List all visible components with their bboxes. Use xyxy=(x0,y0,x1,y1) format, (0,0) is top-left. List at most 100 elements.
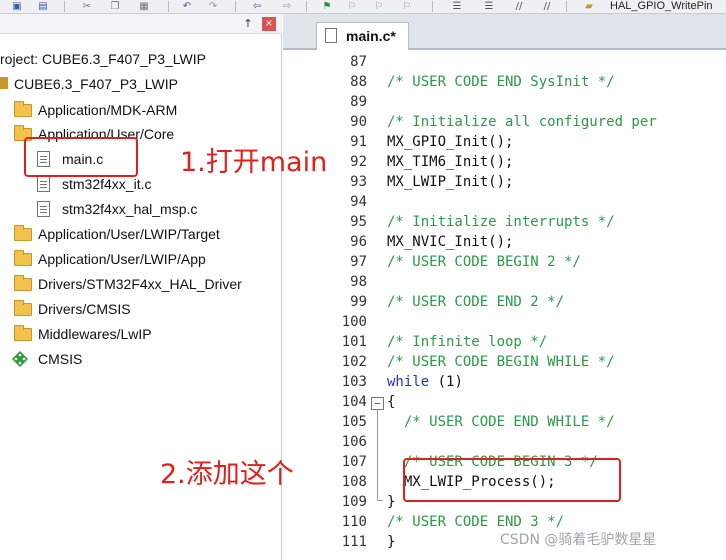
c-file-icon xyxy=(325,28,337,43)
code-text: /* Initialize interrupts */ xyxy=(387,214,615,230)
c-file-icon xyxy=(37,176,50,192)
code-line[interactable]: 100 xyxy=(283,312,726,332)
function-combo[interactable]: HAL_GPIO_WritePin xyxy=(610,0,713,12)
code-line[interactable]: 96 MX_NVIC_Init(); xyxy=(283,232,726,252)
code-line[interactable]: 90 /* Initialize all configured per xyxy=(283,112,726,132)
tree-group-item[interactable]: Middlewares/LwIP xyxy=(0,323,280,345)
code-line[interactable]: 97 /* USER CODE BEGIN 2 */ xyxy=(283,252,726,272)
line-number: 90 xyxy=(350,114,367,130)
code-text: { xyxy=(387,394,396,410)
toolbar-separator xyxy=(566,1,567,12)
line-number: 99 xyxy=(350,294,367,310)
folder-icon xyxy=(14,250,32,266)
tree-group-item[interactable]: Application/User/LWIP/Target xyxy=(0,223,280,245)
tree-group-item[interactable]: Application/User/LWIP/App xyxy=(0,248,280,270)
code-text: /* USER CODE END WHILE */ xyxy=(387,414,615,430)
save-all-icon[interactable]: ▤ xyxy=(36,1,50,12)
fold-guide xyxy=(377,410,378,500)
code-line[interactable]: 104 { xyxy=(283,392,726,412)
project-pane-header: ↑ × xyxy=(0,14,282,34)
project-title: roject: CUBE6.3_F407_P3_LWIP xyxy=(0,51,206,67)
bookmark-icon[interactable]: ⚑ xyxy=(320,1,334,12)
nav-forward-icon[interactable]: ⇨ xyxy=(280,1,294,12)
code-line[interactable]: 101 /* Infinite loop */ xyxy=(283,332,726,352)
watermark: CSDN @骑着毛驴数星星 xyxy=(500,532,657,548)
line-number: 98 xyxy=(350,274,367,290)
cmsis-component[interactable]: CMSIS xyxy=(0,348,280,370)
code-text: MX_LWIP_Init(); xyxy=(387,174,514,190)
line-number: 110 xyxy=(341,514,367,530)
tree-group-label: Application/User/LWIP/App xyxy=(38,251,206,267)
code-line[interactable]: 93 MX_LWIP_Init(); xyxy=(283,172,726,192)
line-number: 88 xyxy=(350,74,367,90)
toolbar-separator xyxy=(64,1,65,12)
folder-icon xyxy=(14,101,32,117)
line-number: 100 xyxy=(341,314,367,330)
code-text: /* USER CODE END 3 */ xyxy=(387,514,565,530)
tree-group-item[interactable]: Drivers/CMSIS xyxy=(0,298,280,320)
paste-icon[interactable]: ▦ xyxy=(137,1,151,12)
code-line[interactable]: 106 xyxy=(283,432,726,452)
code-text: while (1) xyxy=(387,374,463,390)
redo-icon[interactable]: ↷ xyxy=(206,1,220,12)
line-number: 108 xyxy=(341,474,367,490)
code-line[interactable]: 110 /* USER CODE END 3 */ xyxy=(283,512,726,532)
nav-back-icon[interactable]: ⇦ xyxy=(250,1,264,12)
code-line[interactable]: 95 /* Initialize interrupts */ xyxy=(283,212,726,232)
code-line[interactable]: 87 xyxy=(283,52,726,72)
fold-toggle[interactable]: − xyxy=(371,397,384,410)
line-number: 107 xyxy=(341,454,367,470)
line-number: 111 xyxy=(341,534,367,550)
tree-group-item[interactable]: Application/MDK-ARM xyxy=(0,99,280,121)
cmsis-label: CMSIS xyxy=(38,351,83,367)
tree-group-label: Drivers/STM32F4xx_HAL_Driver xyxy=(38,276,242,292)
code-line[interactable]: 88 /* USER CODE END SysInit */ xyxy=(283,72,726,92)
tree-group-item[interactable]: Drivers/STM32F4xx_HAL_Driver xyxy=(0,273,280,295)
cut-icon[interactable]: ✂ xyxy=(80,1,94,12)
line-number: 101 xyxy=(341,334,367,350)
line-number: 96 xyxy=(350,234,367,250)
bookmark-clear-icon[interactable]: ⚐ xyxy=(400,1,414,12)
target-icon xyxy=(0,77,8,89)
tree-group-label: Application/User/LWIP/Target xyxy=(38,226,220,242)
keyword-token: while xyxy=(387,374,430,390)
code-line[interactable]: 92 MX_TIM6_Init(); xyxy=(283,152,726,172)
cmsis-icon xyxy=(12,351,28,367)
folder-icon xyxy=(14,275,32,291)
project-root[interactable]: roject: CUBE6.3_F407_P3_LWIP xyxy=(0,48,280,70)
code-line[interactable]: 99 /* USER CODE END 2 */ xyxy=(283,292,726,312)
code-text: /* USER CODE END 2 */ xyxy=(387,294,565,310)
bookmark-next-icon[interactable]: ⚐ xyxy=(372,1,386,12)
comment-icon[interactable]: // xyxy=(512,1,526,12)
undo-icon[interactable]: ↶ xyxy=(180,1,194,12)
code-line[interactable]: 94 xyxy=(283,192,726,212)
indent-icon[interactable]: ☰ xyxy=(450,1,464,12)
line-number: 95 xyxy=(350,214,367,230)
code-line[interactable]: 98 xyxy=(283,272,726,292)
copy-icon[interactable]: ❐ xyxy=(108,1,122,12)
code-text: } xyxy=(387,494,396,510)
tree-group-label: Drivers/CMSIS xyxy=(38,301,131,317)
code-line[interactable]: 102 /* USER CODE BEGIN WHILE */ xyxy=(283,352,726,372)
tree-file-item[interactable]: stm32f4xx_hal_msp.c xyxy=(0,198,280,220)
target-node[interactable]: CUBE6.3_F407_P3_LWIP xyxy=(0,73,280,95)
code-line[interactable]: 103 while (1) xyxy=(283,372,726,392)
tab-strip: main.c* xyxy=(283,14,726,50)
find-in-files-icon[interactable]: ▰ xyxy=(582,1,596,12)
unindent-icon[interactable]: ☰ xyxy=(482,1,496,12)
code-text: MX_NVIC_Init(); xyxy=(387,234,514,250)
uncomment-icon[interactable]: // xyxy=(540,1,554,12)
code-text: MX_TIM6_Init(); xyxy=(387,154,514,170)
folder-icon xyxy=(14,300,32,316)
code-line[interactable]: 89 xyxy=(283,92,726,112)
tab-label: main.c* xyxy=(346,28,396,44)
pin-icon[interactable]: ↑ xyxy=(241,17,255,31)
annotation-step2: 2.添加这个 xyxy=(160,459,294,490)
code-line[interactable]: 105 /* USER CODE END WHILE */ xyxy=(283,412,726,432)
target-label: CUBE6.3_F407_P3_LWIP xyxy=(14,76,178,92)
save-icon[interactable]: ▣ xyxy=(10,1,24,12)
close-icon[interactable]: × xyxy=(262,17,276,31)
bookmark-prev-icon[interactable]: ⚐ xyxy=(345,1,359,12)
tab-main-c[interactable]: main.c* xyxy=(316,22,409,50)
code-line[interactable]: 91 MX_GPIO_Init(); xyxy=(283,132,726,152)
